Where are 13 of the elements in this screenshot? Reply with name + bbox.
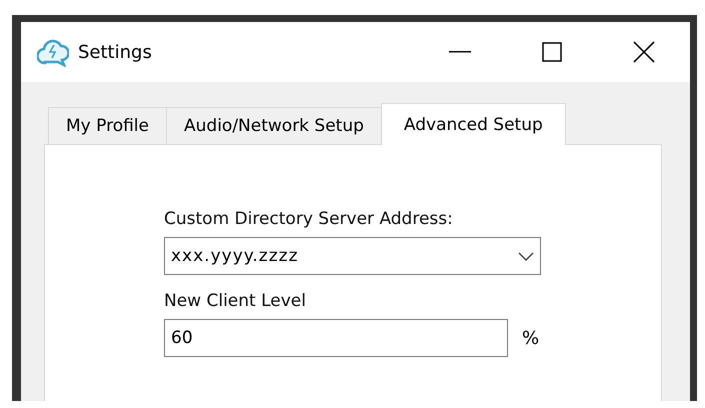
chevron-down-icon	[518, 252, 534, 260]
minimize-icon	[449, 51, 471, 53]
window-title: Settings	[78, 42, 152, 62]
field-label: Custom Directory Server Address:	[164, 209, 453, 229]
level-input[interactable]: 60	[164, 319, 508, 357]
tab[interactable]: My Profile	[48, 107, 167, 144]
address-dropdown[interactable]: xxx.yyyy.zzzz	[164, 237, 541, 275]
cloud-icon	[37, 37, 69, 67]
close-icon	[633, 41, 655, 63]
tab[interactable]: Advanced Setup	[380, 103, 566, 145]
maximize-icon	[542, 42, 562, 62]
field-label: New Client Level	[164, 291, 306, 311]
unit-label: %	[522, 328, 540, 348]
